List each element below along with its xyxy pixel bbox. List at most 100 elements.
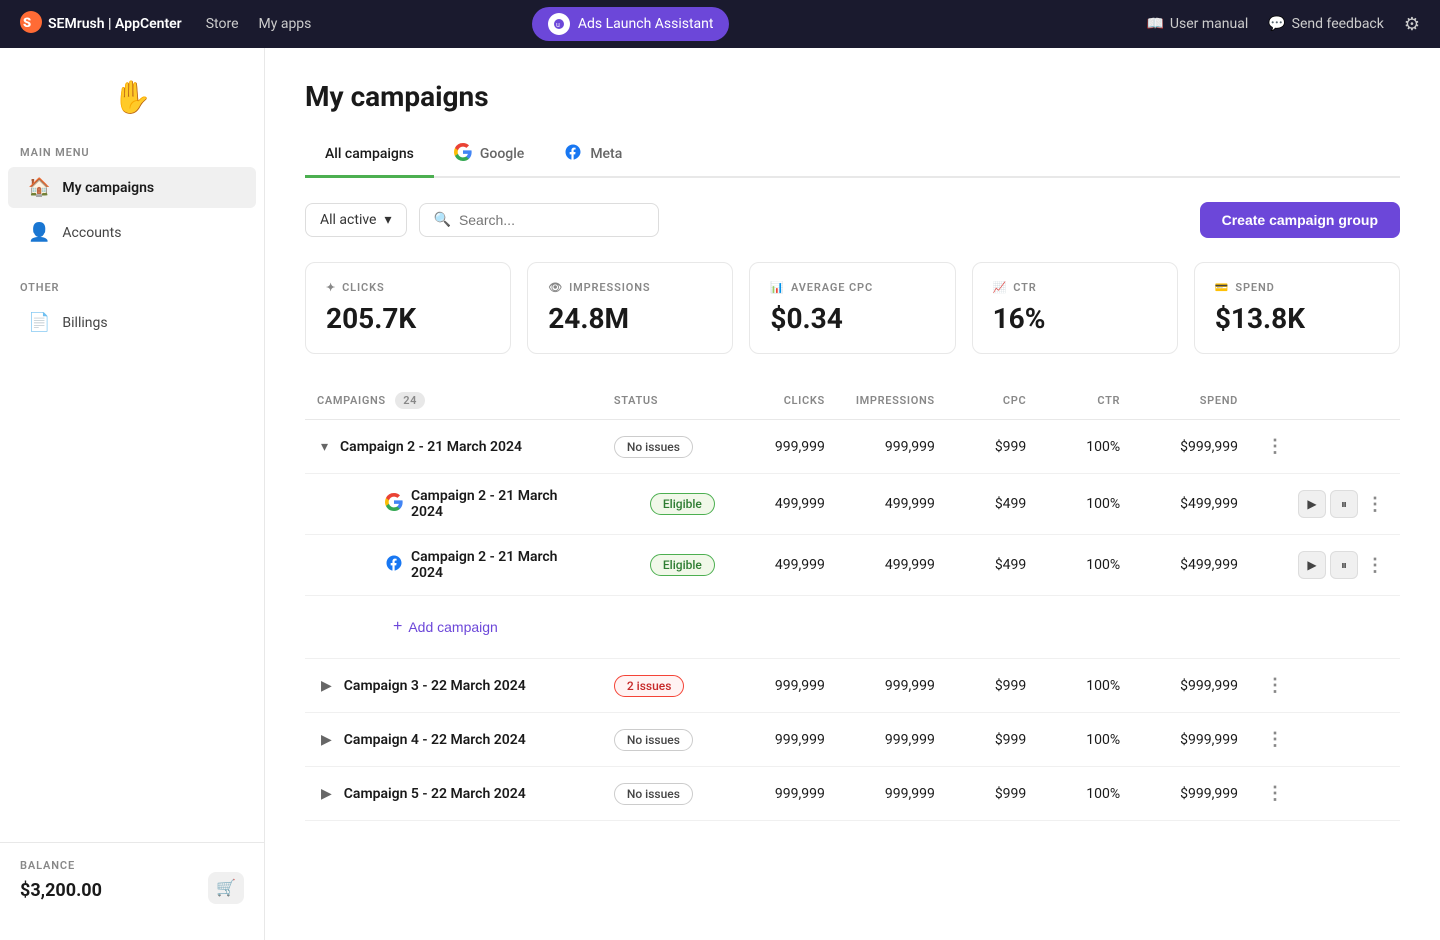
ads-launch-button[interactable]: u Ads Launch Assistant xyxy=(532,7,730,41)
filter-dropdown[interactable]: All active ▾ xyxy=(305,203,407,237)
expand-toggle-button[interactable]: ▶ xyxy=(317,727,336,752)
status-badge: Eligible xyxy=(650,554,715,576)
spend-cell: $999,999 xyxy=(1132,767,1250,821)
campaign-name-cell: ▶ Campaign 3 - 22 March 2024 xyxy=(305,659,602,713)
status-badge: No issues xyxy=(614,436,693,458)
create-campaign-group-button[interactable]: Create campaign group xyxy=(1200,202,1400,238)
stat-card-ctr: 📈 CTR 16% xyxy=(972,262,1178,354)
user-manual-link[interactable]: 📖 User manual xyxy=(1146,16,1248,32)
impressions-cell: 999,999 xyxy=(837,713,947,767)
google-platform-icon xyxy=(385,493,403,515)
send-feedback-link[interactable]: 💬 Send feedback xyxy=(1268,16,1384,32)
clicks-cell: 499,999 xyxy=(727,535,837,596)
col-impressions: IMPRESSIONS xyxy=(837,382,947,420)
play-button[interactable]: ▶ xyxy=(1298,551,1326,579)
expand-toggle-button[interactable]: ▶ xyxy=(317,673,336,698)
cart-button[interactable]: 🛒 xyxy=(208,872,244,904)
status-badge: No issues xyxy=(614,783,693,805)
expand-toggle-button[interactable]: ▶ xyxy=(317,781,336,806)
search-box[interactable]: 🔍 xyxy=(419,203,659,237)
clicks-label: ✦ CLICKS xyxy=(326,281,490,294)
impressions-cell: 499,999 xyxy=(837,535,947,596)
ctr-cell: 100% xyxy=(1038,767,1132,821)
spend-cell: $999,999 xyxy=(1132,713,1250,767)
ctr-label: 📈 CTR xyxy=(993,281,1157,294)
campaign-status-cell: Eligible xyxy=(602,474,727,535)
impressions-value: 24.8M xyxy=(548,302,712,335)
impressions-cell: 999,999 xyxy=(837,420,947,474)
sidebar-item-my-campaigns[interactable]: 🏠 My campaigns xyxy=(8,167,256,208)
col-actions xyxy=(1250,382,1400,420)
ctr-cell: 100% xyxy=(1038,535,1132,596)
sidebar-item-accounts[interactable]: 👤 Accounts xyxy=(8,212,256,253)
settings-button[interactable]: ⚙ xyxy=(1404,14,1420,35)
stat-card-impressions: 👁 IMPRESSIONS 24.8M xyxy=(527,262,733,354)
campaign-status-cell: No issues xyxy=(602,420,727,474)
tab-all-campaigns[interactable]: All campaigns xyxy=(305,133,434,178)
app-logo-icon: ✋ xyxy=(112,78,152,116)
search-input[interactable] xyxy=(459,212,644,228)
actions-cell: ▶ ⏸ ⋮ xyxy=(1250,474,1400,535)
col-clicks: CLICKS xyxy=(727,382,837,420)
topnav-center: u Ads Launch Assistant xyxy=(532,7,730,41)
balance-label: BALANCE xyxy=(20,859,244,872)
play-button[interactable]: ▶ xyxy=(1298,490,1326,518)
campaign-status-cell: 2 issues xyxy=(602,659,727,713)
page-title: My campaigns xyxy=(305,80,1400,113)
topnav-links: Store My apps xyxy=(206,16,312,32)
tab-meta[interactable]: Meta xyxy=(544,133,642,178)
clicks-icon: ✦ xyxy=(326,281,336,294)
campaign-name: Campaign 2 - 21 March 2024 xyxy=(411,549,590,581)
avg-cpc-value: $0.34 xyxy=(770,302,934,335)
pause-button[interactable]: ⏸ xyxy=(1330,490,1358,518)
ctr-icon: 📈 xyxy=(993,281,1008,294)
brand: S SEMrush | AppCenter xyxy=(20,11,182,38)
add-campaign-button[interactable]: + Add campaign xyxy=(393,610,498,644)
more-options-button[interactable]: ⋮ xyxy=(1262,783,1288,804)
spend-icon: 💳 xyxy=(1215,281,1230,294)
brand-name: SEMrush | AppCenter xyxy=(48,16,182,32)
ads-launch-label: Ads Launch Assistant xyxy=(578,16,714,32)
col-ctr: CTR xyxy=(1038,382,1132,420)
store-link[interactable]: Store xyxy=(206,16,239,32)
actions-cell: ⋮ xyxy=(1250,420,1400,474)
more-options-button[interactable]: ⋮ xyxy=(1262,675,1288,696)
col-spend: SPEND xyxy=(1132,382,1250,420)
document-icon: 📄 xyxy=(28,312,50,333)
stats-row: ✦ CLICKS 205.7K 👁 IMPRESSIONS 24.8M 📊 AV… xyxy=(305,262,1400,354)
spend-value: $13.8K xyxy=(1215,302,1379,335)
add-campaign-label: Add campaign xyxy=(408,619,498,635)
avg-cpc-icon: 📊 xyxy=(770,281,785,294)
tab-google[interactable]: Google xyxy=(434,133,544,178)
stat-card-avg-cpc: 📊 AVERAGE CPC $0.34 xyxy=(749,262,955,354)
pause-button[interactable]: ⏸ xyxy=(1330,551,1358,579)
campaigns-count-badge: 24 xyxy=(395,392,425,409)
table-row: Campaign 2 - 21 March 2024 Eligible 499,… xyxy=(305,535,1400,596)
campaign-status-cell: No issues xyxy=(602,713,727,767)
status-badge: No issues xyxy=(614,729,693,751)
more-options-button[interactable]: ⋮ xyxy=(1362,555,1388,576)
campaigns-tabs: All campaigns Google xyxy=(305,133,1400,178)
campaign-name: Campaign 5 - 22 March 2024 xyxy=(344,786,526,802)
sidebar-item-billings[interactable]: 📄 Billings xyxy=(8,302,256,343)
campaign-name: Campaign 4 - 22 March 2024 xyxy=(344,732,526,748)
table-row: Campaign 2 - 21 March 2024 Eligible 499,… xyxy=(305,474,1400,535)
ctr-cell: 100% xyxy=(1038,474,1132,535)
clicks-cell: 999,999 xyxy=(727,767,837,821)
all-campaigns-label: All campaigns xyxy=(325,146,414,162)
person-icon: 👤 xyxy=(28,222,50,243)
cpc-cell: $999 xyxy=(947,420,1038,474)
stat-card-spend: 💳 SPEND $13.8K xyxy=(1194,262,1400,354)
more-options-button[interactable]: ⋮ xyxy=(1262,436,1288,457)
more-options-button[interactable]: ⋮ xyxy=(1362,494,1388,515)
expand-toggle-button[interactable]: ▾ xyxy=(317,434,332,459)
svg-text:u: u xyxy=(556,21,560,29)
cpc-cell: $999 xyxy=(947,767,1038,821)
impressions-cell: 999,999 xyxy=(837,767,947,821)
spend-cell: $999,999 xyxy=(1132,420,1250,474)
topnav-right: 📖 User manual 💬 Send feedback ⚙ xyxy=(1146,14,1420,35)
campaign-name: Campaign 2 - 21 March 2024 xyxy=(411,488,590,520)
myapps-link[interactable]: My apps xyxy=(259,16,312,32)
campaign-name: Campaign 2 - 21 March 2024 xyxy=(340,439,522,455)
more-options-button[interactable]: ⋮ xyxy=(1262,729,1288,750)
